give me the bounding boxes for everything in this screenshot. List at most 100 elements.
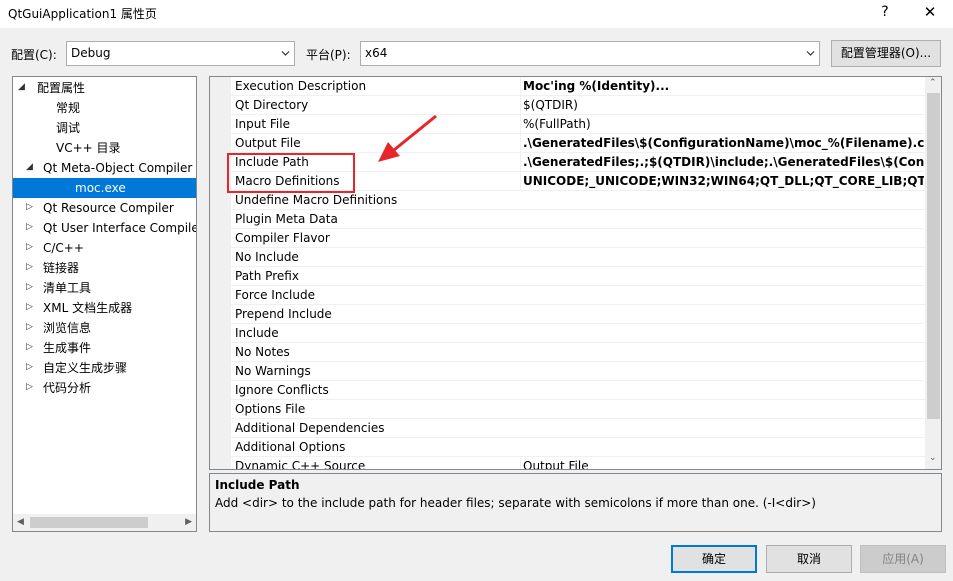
- tree-item[interactable]: 清单工具: [43, 278, 91, 298]
- scroll-right-icon[interactable]: ▶: [185, 517, 192, 527]
- property-row[interactable]: Prepend Include: [231, 305, 925, 324]
- tree-collapse-icon[interactable]: ◢: [26, 162, 33, 172]
- tree-expand-icon[interactable]: ▷: [26, 242, 33, 252]
- ok-button[interactable]: 确定: [671, 545, 757, 573]
- property-value[interactable]: .\GeneratedFiles;.;$(QTDIR)\include;.\Ge…: [520, 153, 924, 172]
- tree-expand-icon[interactable]: ▷: [26, 262, 33, 272]
- property-name: Undefine Macro Definitions: [235, 193, 398, 207]
- property-name: Additional Options: [235, 440, 346, 454]
- property-tree: ◢ 配置属性 常规 调试 VC++ 目录 ◢ Qt Meta-Object Compiler…: [12, 76, 197, 532]
- tree-horizontal-scrollbar[interactable]: ◀ ▶: [13, 514, 196, 531]
- property-row[interactable]: Include: [231, 324, 925, 343]
- chevron-down-icon: [281, 51, 290, 56]
- property-row[interactable]: Output File .\GeneratedFiles\$(Configurat…: [231, 134, 925, 153]
- scroll-thumb[interactable]: [927, 93, 940, 419]
- property-name: Options File: [235, 402, 306, 416]
- platform-dropdown[interactable]: x64: [360, 41, 820, 66]
- tree-expand-icon[interactable]: ▷: [26, 222, 33, 232]
- property-value[interactable]: Output File: [520, 457, 924, 469]
- tree-item[interactable]: moc.exe: [13, 178, 196, 198]
- property-value[interactable]: %(FullPath): [520, 115, 924, 134]
- tree-expand-icon[interactable]: ▷: [26, 302, 33, 312]
- config-label: 配置(C):: [11, 48, 57, 62]
- tree-expand-icon[interactable]: ▷: [26, 342, 33, 352]
- property-row[interactable]: Path Prefix: [231, 267, 925, 286]
- tree-collapse-icon[interactable]: ◢: [18, 82, 25, 92]
- tree-item[interactable]: 常规: [56, 98, 80, 118]
- property-value[interactable]: $(QTDIR): [520, 96, 924, 115]
- property-row[interactable]: No Warnings: [231, 362, 925, 381]
- tree-expand-icon[interactable]: ▷: [26, 362, 33, 372]
- property-name: Execution Description: [235, 79, 367, 93]
- title-bar: QtGuiApplication1 属性页 ? ✕: [0, 0, 953, 28]
- tree-item[interactable]: Qt Meta-Object Compiler: [43, 158, 192, 178]
- scroll-down-icon[interactable]: ⌄: [929, 453, 937, 463]
- property-row[interactable]: Additional Options: [231, 438, 925, 457]
- property-row[interactable]: Ignore Conflicts: [231, 381, 925, 400]
- tree-item[interactable]: XML 文档生成器: [43, 298, 132, 318]
- property-name: No Notes: [235, 345, 290, 359]
- tree-item[interactable]: 浏览信息: [43, 318, 91, 338]
- config-value: Debug: [71, 46, 111, 60]
- platform-value: x64: [365, 46, 388, 60]
- tree-item[interactable]: 生成事件: [43, 338, 91, 358]
- help-button[interactable]: ?: [868, 0, 902, 26]
- grid-vertical-scrollbar[interactable]: ⌃ ⌄: [925, 77, 941, 469]
- grid-gutter: [210, 77, 231, 469]
- property-row[interactable]: Plugin Meta Data: [231, 210, 925, 229]
- property-grid: Execution Description Moc'ing %(Identity)…: [209, 76, 942, 470]
- tree-item[interactable]: 配置属性: [37, 78, 85, 98]
- property-row[interactable]: Qt Directory $(QTDIR): [231, 96, 925, 115]
- tree-expand-icon[interactable]: ▷: [26, 202, 33, 212]
- tree-item[interactable]: C/C++: [43, 238, 84, 258]
- property-name: Include: [235, 326, 279, 340]
- property-row[interactable]: Undefine Macro Definitions: [231, 191, 925, 210]
- property-row[interactable]: Input File %(FullPath): [231, 115, 925, 134]
- property-row[interactable]: Options File: [231, 400, 925, 419]
- tree-item[interactable]: Qt User Interface Compiler: [43, 218, 196, 238]
- property-row[interactable]: No Include: [231, 248, 925, 267]
- cancel-button[interactable]: 取消: [766, 545, 852, 573]
- property-name: Plugin Meta Data: [235, 212, 338, 226]
- close-button[interactable]: ✕: [910, 0, 950, 26]
- chevron-down-icon: [806, 51, 815, 56]
- scroll-thumb[interactable]: [30, 517, 148, 528]
- tree-item[interactable]: 自定义生成步骤: [43, 358, 127, 378]
- property-value[interactable]: .\GeneratedFiles\$(ConfigurationName)\mo…: [520, 134, 924, 153]
- tree-item[interactable]: 调试: [56, 118, 80, 138]
- description-text: Add <dir> to the include path for header…: [215, 496, 816, 510]
- description-panel: Include Path Add <dir> to the include pa…: [209, 473, 942, 532]
- tree-item[interactable]: VC++ 目录: [56, 138, 121, 158]
- tree-item[interactable]: Qt Resource Compiler: [43, 198, 174, 218]
- tree-item[interactable]: 链接器: [43, 258, 79, 278]
- platform-label: 平台(P):: [306, 48, 351, 62]
- window-title: QtGuiApplication1 属性页: [8, 7, 157, 21]
- property-name: Compiler Flavor: [235, 231, 330, 245]
- annotation-highlight-box: [227, 153, 355, 193]
- tree-expand-icon[interactable]: ▷: [26, 282, 33, 292]
- property-name: Force Include: [235, 288, 315, 302]
- property-row[interactable]: Execution Description Moc'ing %(Identity)…: [231, 77, 925, 96]
- tree-item[interactable]: 代码分析: [43, 378, 91, 398]
- config-dropdown[interactable]: Debug: [66, 41, 295, 66]
- property-row[interactable]: Force Include: [231, 286, 925, 305]
- property-value[interactable]: UNICODE;_UNICODE;WIN32;WIN64;QT_DLL;QT_C…: [520, 172, 924, 191]
- scroll-up-icon[interactable]: ⌃: [929, 78, 937, 88]
- property-name: No Warnings: [235, 364, 311, 378]
- property-row[interactable]: No Notes: [231, 343, 925, 362]
- property-name: Ignore Conflicts: [235, 383, 329, 397]
- property-row[interactable]: Dynamic C++ Source Output File: [231, 457, 925, 469]
- property-name: Path Prefix: [235, 269, 299, 283]
- tree-expand-icon[interactable]: ▷: [26, 322, 33, 332]
- scroll-left-icon[interactable]: ◀: [17, 517, 24, 527]
- red-arrow-icon: [378, 114, 437, 162]
- description-heading: Include Path: [215, 478, 300, 492]
- property-row[interactable]: Additional Dependencies: [231, 419, 925, 438]
- property-value[interactable]: Moc'ing %(Identity)...: [520, 77, 924, 96]
- tree-expand-icon[interactable]: ▷: [26, 382, 33, 392]
- property-name: No Include: [235, 250, 299, 264]
- config-manager-button[interactable]: 配置管理器(O)...: [831, 40, 941, 67]
- apply-button[interactable]: 应用(A): [860, 545, 946, 573]
- property-name: Prepend Include: [235, 307, 332, 321]
- property-row[interactable]: Compiler Flavor: [231, 229, 925, 248]
